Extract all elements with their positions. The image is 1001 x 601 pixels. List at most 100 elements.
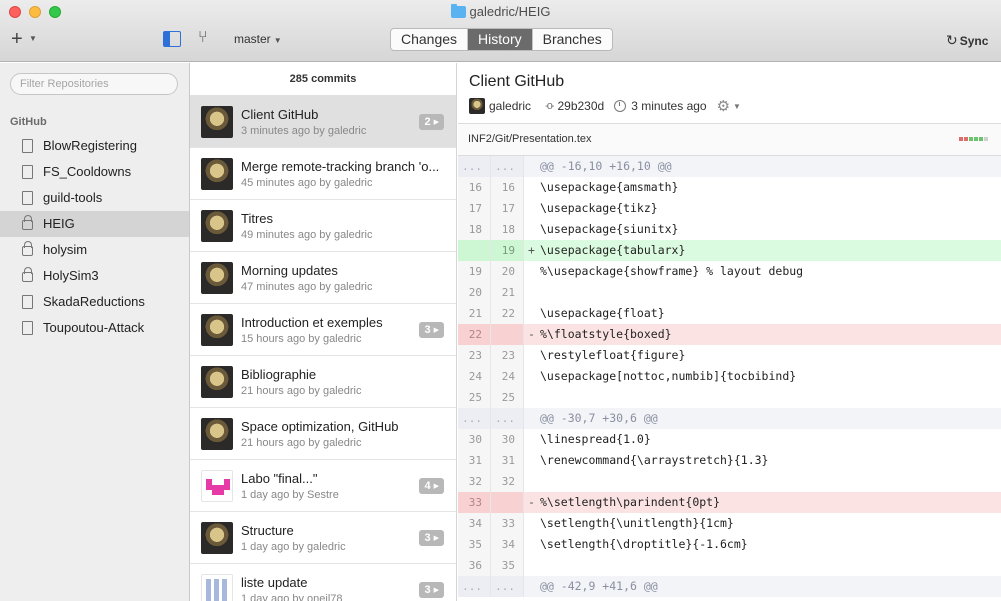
commit-row-title: Merge remote-tracking branch 'o...: [241, 159, 440, 174]
toggle-sidebar-icon[interactable]: [163, 31, 181, 47]
new-line-number: 35: [491, 555, 524, 576]
branch-icon[interactable]: ⑂: [198, 29, 208, 47]
commit-row[interactable]: Introduction et exemples 15 hours ago by …: [190, 304, 456, 356]
file-count-badge[interactable]: 3 ▶: [419, 530, 444, 546]
app-window: galedric/HEIG + ▼ ⑂ master ▼ Changes Hist…: [0, 0, 1001, 601]
diff-line: 17 17 \usepackage{tikz}: [458, 198, 1001, 219]
diff-code: %\usepackage{showframe} % layout debug: [540, 264, 804, 278]
diff-line: 36 35: [458, 555, 1001, 576]
sidebar-item-repo[interactable]: BlowRegistering: [0, 133, 189, 159]
new-line-number: ...: [491, 156, 524, 177]
chevron-right-icon: ▶: [433, 483, 439, 490]
file-header[interactable]: INF2/Git/Presentation.tex: [458, 123, 1001, 156]
filter-repositories-input[interactable]: Filter Repositories: [10, 73, 178, 95]
tab-changes[interactable]: Changes: [391, 29, 469, 50]
sync-button[interactable]: ↻ Sync: [946, 32, 988, 49]
old-line-number: 21: [458, 303, 491, 324]
file-count-badge[interactable]: 3 ▶: [419, 322, 444, 338]
diff-code: %\setlength\parindent{0pt}: [540, 495, 721, 509]
sidebar-item-repo[interactable]: HolySim3: [0, 263, 189, 289]
sidebar-item-repo[interactable]: holysim: [0, 237, 189, 263]
lock-icon: [22, 241, 33, 256]
commit-author[interactable]: galedric: [489, 99, 531, 113]
avatar: [201, 210, 233, 242]
diff-line: 34 33 \setlength{\unitlength}{1cm}: [458, 513, 1001, 534]
commit-row-title: Structure: [241, 523, 294, 538]
commit-row[interactable]: liste update 1 day ago by oneil78 3 ▶: [190, 564, 456, 601]
commit-sha[interactable]: 29b230d: [557, 99, 604, 113]
clock-icon: [614, 100, 627, 112]
avatar: [201, 366, 233, 398]
file-count: 3: [424, 584, 431, 596]
diff-code: \usepackage{tabularx}: [540, 243, 686, 257]
commit-row[interactable]: Structure 1 day ago by galedric 3 ▶: [190, 512, 456, 564]
old-line-number: ...: [458, 576, 491, 597]
sidebar-item-repo[interactable]: FS_Cooldowns: [0, 159, 189, 185]
old-line-number: ...: [458, 156, 491, 177]
sidebar-item-repo[interactable]: guild-tools: [0, 185, 189, 211]
commit-row-title: Introduction et exemples: [241, 315, 383, 330]
commit-row[interactable]: Titres 49 minutes ago by galedric: [190, 200, 456, 252]
commit-row-title: liste update: [241, 575, 308, 590]
old-line-number: 23: [458, 345, 491, 366]
commit-row-meta: 21 hours ago by galedric: [241, 437, 362, 449]
diffstat-bar: [959, 137, 988, 141]
diff-line: 16 16 \usepackage{amsmath}: [458, 177, 1001, 198]
sidebar-item-label: HolySim3: [43, 268, 99, 283]
repo-icon: [22, 295, 33, 309]
file-count: 3: [424, 532, 431, 544]
chevron-down-icon[interactable]: ▼: [29, 34, 37, 43]
diff-line: 30 30 \linespread{1.0}: [458, 429, 1001, 450]
new-line-number: 24: [491, 366, 524, 387]
commit-row-title: Client GitHub: [241, 107, 319, 122]
diff-hunk-header: ...... @@ -16,10 +16,10 @@: [458, 156, 1001, 177]
commit-title: Client GitHub: [469, 73, 565, 90]
tab-branches[interactable]: Branches: [533, 29, 612, 50]
sidebar-item-label: guild-tools: [43, 190, 103, 205]
commit-row-meta: 21 hours ago by galedric: [241, 385, 362, 397]
repo-icon: [22, 191, 33, 205]
commit-row[interactable]: Bibliographie 21 hours ago by galedric: [190, 356, 456, 408]
tab-history[interactable]: History: [468, 29, 533, 50]
diff-line: 33 - %\setlength\parindent{0pt}: [458, 492, 1001, 513]
old-line-number: [458, 240, 491, 261]
commit-row[interactable]: Space optimization, GitHub 21 hours ago b…: [190, 408, 456, 460]
commit-row-title: Space optimization, GitHub: [241, 419, 399, 434]
diff-code: \usepackage[nottoc,numbib]{tocbibind}: [540, 369, 797, 383]
diff-line: 19 20 %\usepackage{showframe} % layout deb…: [458, 261, 1001, 282]
commit-row[interactable]: Morning updates 47 minutes ago by galedri…: [190, 252, 456, 304]
diffstat-block: [959, 137, 963, 141]
commit-row[interactable]: Labo "final..." 1 day ago by Sestre 4 ▶: [190, 460, 456, 512]
chevron-right-icon: ▶: [433, 535, 439, 542]
diff-line: 31 31 \renewcommand{\arraystretch}{1.3}: [458, 450, 1001, 471]
new-line-number: 25: [491, 387, 524, 408]
old-line-number: 30: [458, 429, 491, 450]
avatar: [201, 522, 233, 554]
commit-row[interactable]: Merge remote-tracking branch 'o... 45 min…: [190, 148, 456, 200]
commit-row-meta: 3 minutes ago by galedric: [241, 125, 367, 137]
window-title: galedric/HEIG: [0, 4, 1001, 19]
file-count-badge[interactable]: 3 ▶: [419, 582, 444, 598]
repository-sidebar: Filter Repositories GitHub BlowRegisteri…: [0, 63, 190, 601]
window-title-text: galedric/HEIG: [469, 4, 551, 19]
repo-icon: [22, 321, 33, 335]
chevron-down-icon[interactable]: ▼: [733, 102, 741, 111]
avatar: [201, 314, 233, 346]
diffstat-block: [984, 137, 988, 141]
sidebar-item-repo[interactable]: HEIG: [0, 211, 189, 237]
gear-icon[interactable]: ⚙: [717, 97, 730, 115]
sidebar-item-label: holysim: [43, 242, 88, 257]
branch-selector[interactable]: master ▼: [234, 32, 282, 46]
new-line-number: 22: [491, 303, 524, 324]
avatar: [201, 574, 233, 601]
sidebar-item-repo[interactable]: SkadaReductions: [0, 289, 189, 315]
commit-row-meta: 47 minutes ago by galedric: [241, 281, 373, 293]
add-repository-button[interactable]: +: [11, 29, 23, 49]
file-count-badge[interactable]: 4 ▶: [419, 478, 444, 494]
new-line-number: 32: [491, 471, 524, 492]
file-count-badge[interactable]: 2 ▶: [419, 114, 444, 130]
sidebar-item-repo[interactable]: Toupoutou-Attack: [0, 315, 189, 341]
sidebar-section-github: GitHub: [10, 116, 47, 128]
commit-row[interactable]: Client GitHub 3 minutes ago by galedric 2 ▶: [190, 96, 456, 148]
diff-code: \usepackage{amsmath}: [540, 180, 679, 194]
